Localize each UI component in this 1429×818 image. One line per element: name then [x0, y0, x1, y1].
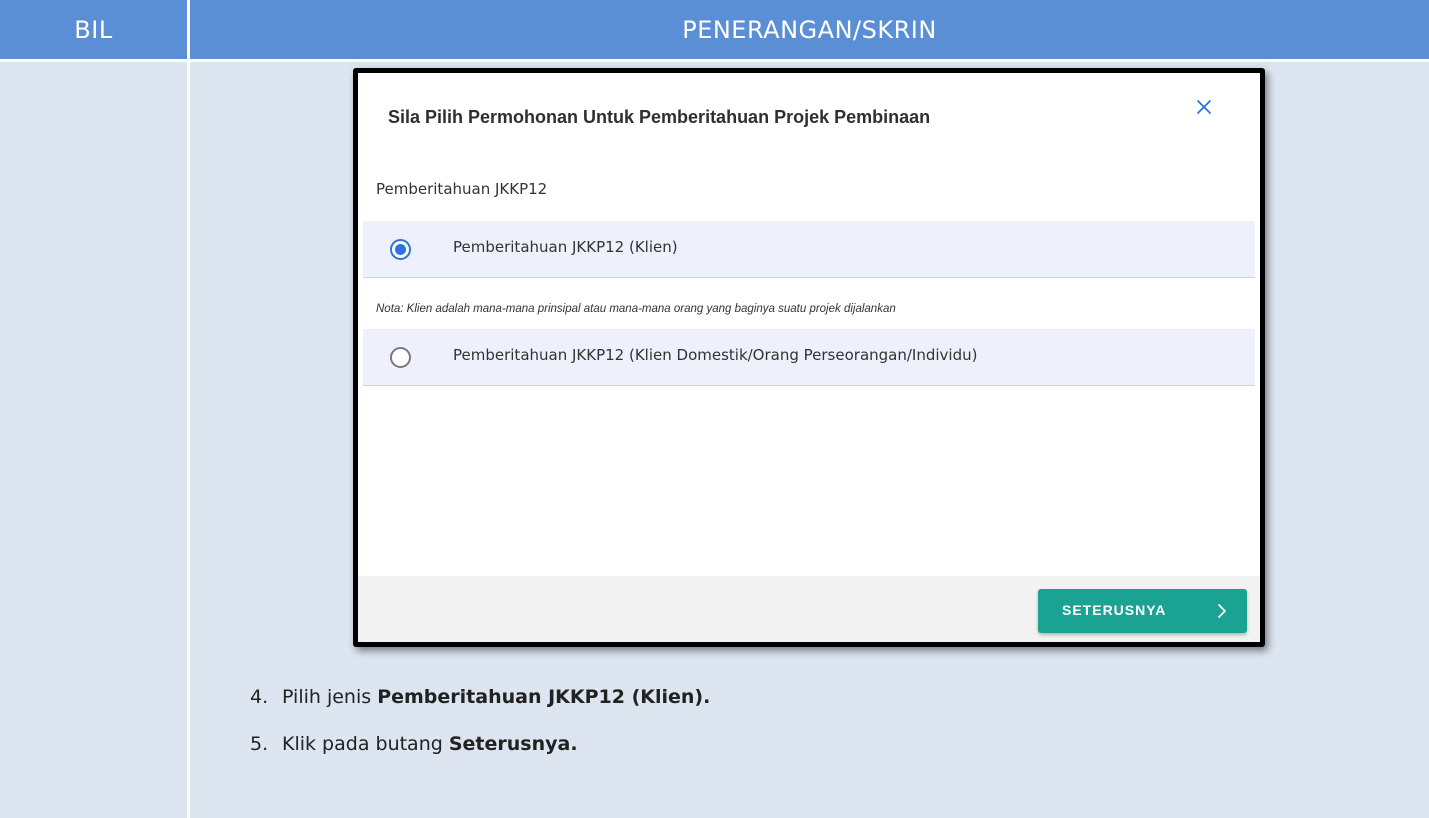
step-bold: Seterusnya. — [448, 733, 578, 755]
next-button-label: SETERUSNYA — [1062, 602, 1167, 618]
note-text: Nota: Klien adalah mana-mana prinsipal a… — [376, 303, 896, 315]
step-text: Klik pada butang — [282, 733, 449, 755]
step-number: 5. — [250, 733, 269, 755]
option-label: Pemberitahuan JKKP12 (Klien) — [453, 238, 678, 256]
header-bil: BIL — [0, 0, 187, 59]
step-text: Pilih jenis — [282, 686, 378, 708]
radio-unselected[interactable] — [390, 347, 411, 368]
cell-bil — [0, 62, 187, 818]
step-number: 4. — [250, 686, 269, 708]
option-label: Pemberitahuan JKKP12 (Klien Domestik/Ora… — [453, 346, 978, 364]
table-header-row: BIL PENERANGAN/SKRIN — [0, 0, 1429, 59]
step-4: 4. Pilih jenis Pemberitahuan JKKP12 (Klie… — [250, 686, 710, 708]
selection-modal: Sila Pilih Permohonan Untuk Pemberitahua… — [353, 68, 1265, 647]
radio-selected[interactable] — [390, 239, 411, 260]
chevron-right-icon — [1218, 604, 1226, 618]
option-jkkp12-klien-domestik[interactable]: Pemberitahuan JKKP12 (Klien Domestik/Ora… — [363, 329, 1255, 386]
next-button[interactable]: SETERUSNYA — [1038, 589, 1247, 633]
option-jkkp12-klien[interactable]: Pemberitahuan JKKP12 (Klien) — [363, 221, 1255, 278]
step-bold: Pemberitahuan JKKP12 (Klien). — [377, 686, 711, 708]
header-penerangan: PENERANGAN/SKRIN — [190, 0, 1429, 59]
modal-title: Sila Pilih Permohonan Untuk Pemberitahua… — [388, 107, 931, 127]
modal-footer: SETERUSNYA — [358, 576, 1260, 642]
step-5: 5. Klik pada butang Seterusnya. — [250, 733, 578, 755]
section-label: Pemberitahuan JKKP12 — [376, 180, 548, 198]
close-icon[interactable] — [1192, 95, 1216, 119]
